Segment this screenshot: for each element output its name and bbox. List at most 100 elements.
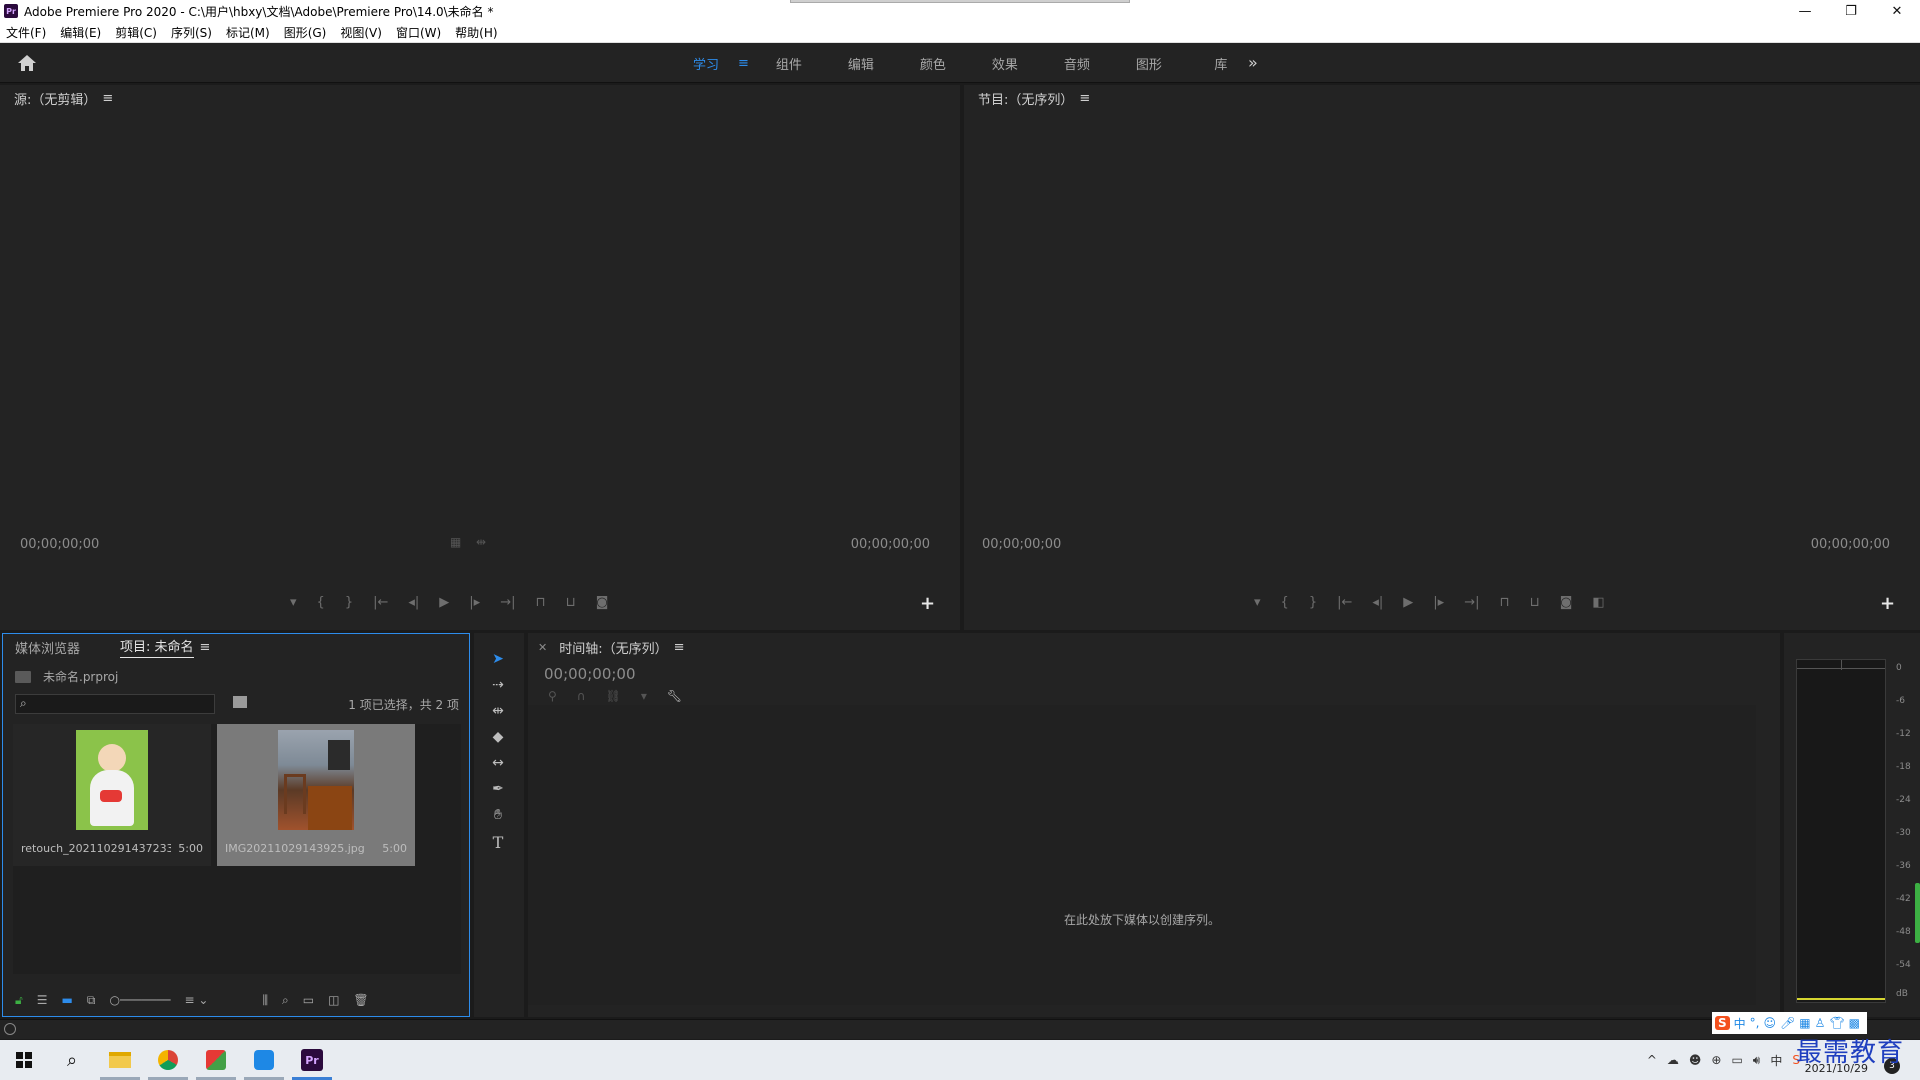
mark-in-icon[interactable]: { bbox=[317, 595, 325, 610]
insert-icon[interactable]: ⊓ bbox=[535, 595, 545, 610]
keyboard-icon[interactable]: ▦ bbox=[1799, 1016, 1810, 1030]
taskbar-search-button[interactable]: ⌕ bbox=[48, 1040, 96, 1080]
tab-media-browser[interactable]: 媒体浏览器 bbox=[15, 638, 80, 657]
step-forward-icon[interactable]: |▸ bbox=[1433, 595, 1444, 610]
taskbar-app-blue[interactable] bbox=[240, 1040, 288, 1080]
project-search-input[interactable]: ⌕ bbox=[15, 694, 215, 714]
menu-markers[interactable]: 标记(M) bbox=[226, 24, 270, 41]
export-frame-icon[interactable]: ◙ bbox=[596, 595, 609, 610]
taskbar-premiere[interactable]: Pr bbox=[288, 1040, 336, 1080]
button-editor-icon[interactable]: + bbox=[1880, 593, 1895, 614]
qq-icon[interactable]: ☻ bbox=[1689, 1053, 1702, 1067]
punctuation-icon[interactable]: °, bbox=[1750, 1016, 1760, 1030]
play-icon[interactable]: ▶ bbox=[439, 595, 449, 610]
automate-to-sequence-icon[interactable]: ⫼ bbox=[262, 993, 268, 1008]
play-icon[interactable]: ▶ bbox=[1403, 595, 1413, 610]
list-view-icon[interactable]: ☰ bbox=[37, 993, 48, 1007]
minimize-button[interactable]: — bbox=[1782, 0, 1828, 22]
menu-edit[interactable]: 编辑(E) bbox=[60, 24, 101, 41]
notification-app-icon[interactable]: ☁ bbox=[1667, 1053, 1679, 1067]
program-playhead-timecode[interactable]: 00;00;00;00 bbox=[982, 537, 1061, 552]
ripple-edit-tool-icon[interactable]: ⇹ bbox=[488, 703, 508, 723]
menu-view[interactable]: 视图(V) bbox=[340, 24, 382, 41]
project-item-selected[interactable]: IMG20211029143925.jpg 5:00 bbox=[217, 724, 415, 866]
ime-mode[interactable]: 中 bbox=[1734, 1015, 1746, 1032]
network-icon[interactable]: ▭ bbox=[1731, 1053, 1742, 1067]
go-to-out-icon[interactable]: →| bbox=[1464, 595, 1479, 610]
workspace-tab-learning[interactable]: 学习 bbox=[670, 54, 742, 73]
export-frame-icon[interactable]: ◙ bbox=[1560, 595, 1573, 610]
sogou-logo-icon[interactable]: S bbox=[1715, 1016, 1730, 1030]
panel-menu-icon[interactable]: ≡ bbox=[674, 640, 685, 655]
insert-nest-icon[interactable]: ⚲ bbox=[548, 689, 557, 703]
emoji-icon[interactable]: ☺ bbox=[1764, 1016, 1777, 1030]
mark-out-icon[interactable]: } bbox=[1309, 595, 1317, 610]
menu-clip[interactable]: 剪辑(C) bbox=[115, 24, 157, 41]
find-icon[interactable]: ⌕ bbox=[282, 993, 289, 1008]
timeline-drop-area[interactable]: 在此处放下媒体以创建序列。 bbox=[528, 705, 1756, 1005]
workspace-tab-libraries[interactable]: 库 bbox=[1185, 54, 1257, 73]
linked-selection-icon[interactable]: ⛓︎ bbox=[606, 689, 621, 703]
home-icon[interactable] bbox=[16, 53, 38, 73]
clear-icon[interactable]: 🗑︎ bbox=[353, 993, 368, 1007]
freeform-view-icon[interactable]: ⧉ bbox=[87, 993, 96, 1008]
workspace-tab-graphics[interactable]: 图形 bbox=[1113, 54, 1185, 73]
workspace-tab-editing[interactable]: 编辑 bbox=[825, 54, 897, 73]
type-tool-icon[interactable]: T bbox=[488, 833, 508, 853]
project-item[interactable]: retouch_2021102914372334... 5:00 bbox=[13, 724, 211, 866]
program-monitor-title[interactable]: 节目:（无序列） bbox=[978, 89, 1073, 108]
go-to-out-icon[interactable]: →| bbox=[500, 595, 515, 610]
zoom-slider[interactable]: ○─────── bbox=[109, 993, 170, 1007]
slip-tool-icon[interactable]: ↔ bbox=[488, 755, 508, 775]
panel-menu-icon[interactable]: ≡ bbox=[1079, 91, 1090, 106]
mark-in-icon[interactable]: { bbox=[1281, 595, 1289, 610]
security-icon[interactable]: ⊕ bbox=[1711, 1053, 1721, 1067]
workspace-tab-assembly[interactable]: 组件 bbox=[753, 54, 825, 73]
close-button[interactable]: ✕ bbox=[1874, 0, 1920, 22]
lock-icon[interactable]: 🔓︎ bbox=[15, 993, 23, 1008]
skin-icon[interactable]: 👕︎ bbox=[1829, 1016, 1844, 1030]
extract-icon[interactable]: ⊔ bbox=[1530, 595, 1540, 610]
track-select-tool-icon[interactable]: ⇢ bbox=[488, 677, 508, 697]
volume-icon[interactable]: 🔊︎ bbox=[1753, 1053, 1761, 1068]
drop-audio-icon[interactable]: ⇹ bbox=[476, 535, 486, 549]
comparison-view-icon[interactable]: ◧ bbox=[1592, 595, 1604, 610]
mark-out-icon[interactable]: } bbox=[345, 595, 353, 610]
step-forward-icon[interactable]: |▸ bbox=[469, 595, 480, 610]
add-marker-icon[interactable]: ▾ bbox=[1254, 595, 1261, 610]
user-icon[interactable]: ♙ bbox=[1815, 1016, 1826, 1030]
toolbox-icon[interactable]: ▩ bbox=[1849, 1016, 1860, 1030]
add-marker-icon[interactable]: ▾ bbox=[641, 689, 647, 703]
timeline-settings-icon[interactable]: 🔧︎ bbox=[667, 689, 682, 703]
step-back-icon[interactable]: ◂| bbox=[408, 595, 419, 610]
menu-window[interactable]: 窗口(W) bbox=[396, 24, 441, 41]
taskbar-file-explorer[interactable] bbox=[96, 1040, 144, 1080]
pen-tool-icon[interactable]: ✒ bbox=[488, 781, 508, 801]
new-search-bin-icon[interactable] bbox=[233, 696, 247, 708]
menu-file[interactable]: 文件(F) bbox=[6, 24, 46, 41]
overwrite-icon[interactable]: ⊔ bbox=[566, 595, 576, 610]
sort-icons-icon[interactable]: ≡ ⌄ bbox=[185, 993, 209, 1007]
snap-icon[interactable]: ∩ bbox=[577, 689, 586, 703]
razor-tool-icon[interactable]: ◆ bbox=[488, 729, 508, 749]
go-to-in-icon[interactable]: |← bbox=[1337, 595, 1352, 610]
voice-icon[interactable]: 🎤︎ bbox=[1780, 1016, 1795, 1030]
new-bin-icon[interactable]: ▭ bbox=[303, 993, 314, 1007]
new-item-icon[interactable]: ◫ bbox=[328, 993, 339, 1007]
menu-graphics[interactable]: 图形(G) bbox=[284, 24, 327, 41]
taskbar-app-colorful[interactable] bbox=[192, 1040, 240, 1080]
menu-sequence[interactable]: 序列(S) bbox=[171, 24, 212, 41]
add-marker-icon[interactable]: ▾ bbox=[290, 595, 297, 610]
ime-icon[interactable]: 中 bbox=[1770, 1052, 1782, 1069]
source-playhead-timecode[interactable]: 00;00;00;00 bbox=[20, 537, 99, 552]
panel-menu-icon[interactable]: ≡ bbox=[200, 640, 211, 655]
go-to-in-icon[interactable]: |← bbox=[373, 595, 388, 610]
hand-tool-icon[interactable]: ✋︎ bbox=[488, 807, 508, 827]
workspace-tab-audio[interactable]: 音频 bbox=[1041, 54, 1113, 73]
selection-tool-icon[interactable]: ➤ bbox=[488, 651, 508, 671]
close-tab-icon[interactable]: ✕ bbox=[538, 641, 547, 654]
more-workspaces-icon[interactable]: » bbox=[1248, 53, 1258, 72]
taskbar-chrome[interactable] bbox=[144, 1040, 192, 1080]
tab-project[interactable]: 项目: 未命名 bbox=[120, 636, 194, 658]
step-back-icon[interactable]: ◂| bbox=[1372, 595, 1383, 610]
